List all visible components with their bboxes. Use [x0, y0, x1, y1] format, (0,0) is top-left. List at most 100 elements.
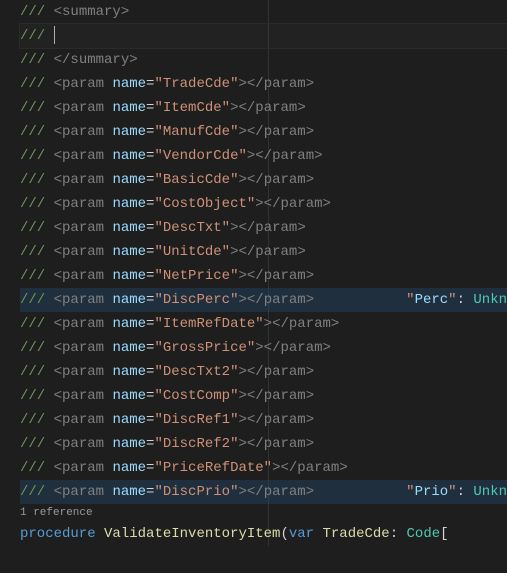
param-close-tag: param: [255, 220, 297, 236]
attr-name: name: [112, 340, 146, 356]
param-value: "DiscPrio": [154, 484, 238, 500]
param-value: "UnitCde": [154, 244, 230, 260]
code-line[interactable]: /// <param name="CostObject"></param>: [20, 192, 507, 216]
param-tag: param: [62, 436, 104, 452]
code-line[interactable]: /// </summary>: [20, 48, 507, 72]
code-line[interactable]: /// <summary>: [20, 0, 507, 24]
param-value: "PriceRefDate": [154, 460, 272, 476]
code-line[interactable]: /// <param name="PriceRefDate"></param>: [20, 456, 507, 480]
text-cursor: [54, 26, 55, 44]
attr-name: name: [112, 412, 146, 428]
param-close-tag: param: [264, 484, 306, 500]
param-tag: param: [62, 364, 104, 380]
attr-name: name: [112, 460, 146, 476]
attr-name: name: [112, 436, 146, 452]
param-tag: param: [62, 172, 104, 188]
param-close-tag: param: [281, 196, 323, 212]
attr-name: name: [112, 100, 146, 116]
param-tag: param: [62, 124, 104, 140]
code-line[interactable]: /// <param name="DiscRef1"></param>: [20, 408, 507, 432]
param-value: "DescTxt2": [154, 364, 238, 380]
attr-name: name: [112, 220, 146, 236]
code-line[interactable]: /// <param name="ItemRefDate"></param>: [20, 312, 507, 336]
param-value: "ManufCde": [154, 124, 238, 140]
param-value: "ItemRefDate": [154, 316, 263, 332]
param-value: "DiscRef2": [154, 436, 238, 452]
code-line[interactable]: /// <param name="DiscPrio"></param>"Prio…: [20, 480, 507, 504]
code-line[interactable]: /// <param name="VendorCde"></param>: [20, 144, 507, 168]
param-close-tag: param: [264, 292, 306, 308]
param-value: "DiscRef1": [154, 412, 238, 428]
param-close-tag: param: [264, 124, 306, 140]
attr-name: name: [112, 316, 146, 332]
param-value: "DiscPerc": [154, 292, 238, 308]
code-line[interactable]: /// <param name="DescTxt"></param>: [20, 216, 507, 240]
code-line[interactable]: /// <param name="NetPrice"></param>: [20, 264, 507, 288]
code-line[interactable]: /// <param name="DescTxt2"></param>: [20, 360, 507, 384]
param-close-tag: param: [289, 316, 331, 332]
param-tag: param: [62, 388, 104, 404]
param-value: "ItemCde": [154, 100, 230, 116]
param-tag: param: [62, 484, 104, 500]
type-name: Code: [407, 526, 441, 542]
param-tag: param: [62, 340, 104, 356]
param-value: "BasicCde": [154, 172, 238, 188]
param-close-tag: param: [264, 76, 306, 92]
attr-name: name: [112, 268, 146, 284]
param-value: "VendorCde": [154, 148, 246, 164]
param-tag: param: [62, 148, 104, 164]
attr-name: name: [112, 76, 146, 92]
attr-name: name: [112, 388, 146, 404]
code-line[interactable]: /// <param name="UnitCde"></param>: [20, 240, 507, 264]
code-line[interactable]: procedure ValidateInventoryItem(var Trad…: [20, 522, 507, 546]
code-line[interactable]: /// <param name="DiscPerc"></param>"Perc…: [20, 288, 507, 312]
param-close-tag: param: [272, 148, 314, 164]
code-line[interactable]: /// <param name="ManufCde"></param>: [20, 120, 507, 144]
param-value: "DescTxt": [154, 220, 230, 236]
code-line[interactable]: /// <param name="DiscRef2"></param>: [20, 432, 507, 456]
procedure-name: ValidateInventoryItem: [104, 526, 280, 542]
code-line[interactable]: /// <param name="BasicCde"></param>: [20, 168, 507, 192]
param-tag: param: [62, 244, 104, 260]
attr-name: name: [112, 484, 146, 500]
summary-close-tag: /summary: [62, 52, 129, 68]
param-close-tag: param: [264, 268, 306, 284]
code-line[interactable]: /// <param name="GrossPrice"></param>: [20, 336, 507, 360]
param-close-tag: param: [255, 244, 297, 260]
inline-hint: "Prio": Unkn: [406, 480, 507, 504]
param-tag: param: [62, 196, 104, 212]
param-tag: param: [62, 292, 104, 308]
param-tag: param: [62, 76, 104, 92]
summary-open-tag: summary: [62, 4, 121, 20]
param-tag: param: [62, 100, 104, 116]
param-tag: param: [62, 220, 104, 236]
param-close-tag: param: [264, 364, 306, 380]
param-tag: param: [62, 316, 104, 332]
code-line[interactable]: /// <param name="TradeCde"></param>: [20, 72, 507, 96]
codelens-references[interactable]: 1 reference: [20, 504, 507, 522]
param-value: "GrossPrice": [154, 340, 255, 356]
attr-name: name: [112, 172, 146, 188]
param-tag: param: [62, 268, 104, 284]
attr-name: name: [112, 148, 146, 164]
procedure-keyword: procedure: [20, 526, 96, 542]
attr-name: name: [112, 364, 146, 380]
param-close-tag: param: [264, 436, 306, 452]
param-close-tag: param: [264, 412, 306, 428]
param-value: "TradeCde": [154, 76, 238, 92]
param-tag: param: [62, 460, 104, 476]
attr-name: name: [112, 196, 146, 212]
attr-name: name: [112, 124, 146, 140]
param-value: "CostComp": [154, 388, 238, 404]
code-line[interactable]: ///: [20, 24, 507, 48]
attr-name: name: [112, 244, 146, 260]
var-keyword: var: [289, 526, 314, 542]
code-line[interactable]: /// <param name="ItemCde"></param>: [20, 96, 507, 120]
param-close-tag: param: [255, 100, 297, 116]
code-editor[interactable]: /// <summary> /// /// </summary> /// <pa…: [0, 0, 507, 546]
code-line[interactable]: /// <param name="CostComp"></param>: [20, 384, 507, 408]
param-close-tag: param: [264, 172, 306, 188]
param-close-tag: param: [297, 460, 339, 476]
param-value: "CostObject": [154, 196, 255, 212]
attr-name: name: [112, 292, 146, 308]
